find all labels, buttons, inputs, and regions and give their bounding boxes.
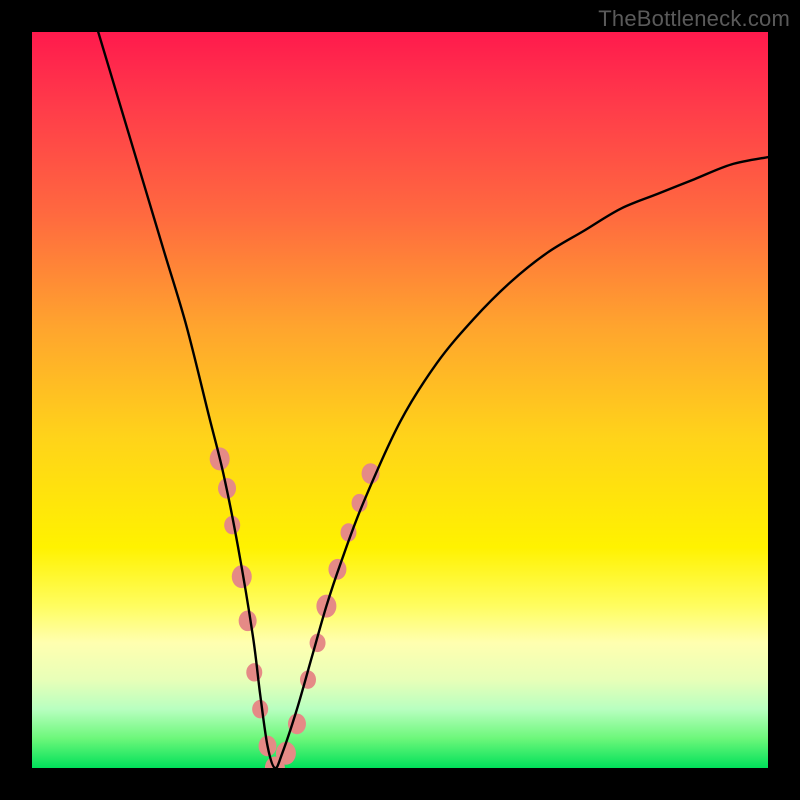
chart-frame [32,32,768,768]
curve-marker [246,663,262,681]
bottleneck-curve [98,32,768,768]
chart-svg [32,32,768,768]
curve-marker [239,610,257,631]
watermark-text: TheBottleneck.com [598,6,790,32]
